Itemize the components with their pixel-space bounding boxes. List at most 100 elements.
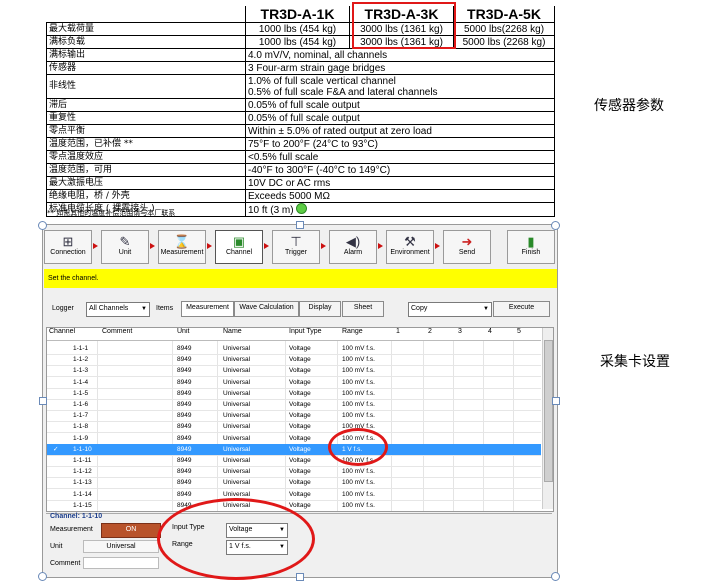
arrow-icon [321,243,326,249]
cell-name: Universal [223,345,251,352]
cell-input-type: Voltage [289,423,311,431]
wizard-step-label: Environment [390,249,430,256]
tab-measurement[interactable]: Measurement [181,301,234,317]
col-header-channel: Channel [49,328,76,335]
cell-channel: 1-1-12 [73,468,92,476]
spec-row: 非线性 1.0% of full scale vertical channel … [46,74,555,99]
spec-label: 零点温度效应 [46,150,246,164]
spec-value-line: 0.5% of full scale F&A and lateral chann… [248,86,438,98]
cell-range: 100 mV f.s. [342,479,375,487]
cell-channel: 1-1-9 [73,434,89,442]
table-row[interactable]: 1-1-9 8949 Universal Voltage 100 mV f.s. [47,433,541,445]
wizard-step-finish[interactable]: ▮ Finish [507,230,555,264]
resize-handle[interactable] [38,221,47,230]
unit-value: Universal [83,540,159,553]
spec-value: <0.5% full scale [245,150,555,164]
tab-display[interactable]: Display [299,301,341,317]
wizard-step-connection[interactable]: ⊞ Connection [44,230,92,264]
cell-input-type: Voltage [289,412,311,420]
table-row[interactable]: 1-1-3 8949 Universal Voltage 100 mV f.s. [47,365,541,378]
wizard-step-measurement[interactable]: ⌛ Measurement [158,230,206,264]
cell-unit: 8949 [177,434,192,442]
spec-row: 温度范围，已补偿 ** 75°F to 200°F (24°C to 93°C) [46,137,555,151]
table-row[interactable]: 1-1-6 8949 Universal Voltage 100 mV f.s. [47,399,541,411]
arrow-icon [435,243,440,249]
comment-input[interactable] [83,557,159,569]
measurement-label: Measurement [50,526,93,533]
send-icon: ➜ [461,234,473,249]
resize-handle[interactable] [551,221,560,230]
vertical-scrollbar[interactable] [542,328,553,509]
resize-handle[interactable] [552,397,560,405]
spec-label: 重复性 [46,111,246,125]
arrow-icon [264,243,269,249]
table-row[interactable]: 1-1-2 8949 Universal Voltage 100 mV f.s. [47,354,541,367]
cell-channel: 1-1-11 [73,457,92,464]
spec-row: 重复性 0.05% of full scale output [46,111,555,125]
copy-select[interactable]: Copy ▼ [408,302,492,317]
cell-name: Universal [223,457,251,464]
table-row[interactable]: 1-1-8 8949 Universal Voltage 100 mV f.s. [47,421,541,434]
measurement-on-button[interactable]: ON [101,523,161,538]
wizard-step-alarm[interactable]: ◀) Alarm [329,230,377,264]
cell-input-type: Voltage [289,367,311,375]
spec-value: -40°F to 300°F (-40°C to 149°C) [245,163,555,177]
chevron-down-icon: ▼ [483,306,489,312]
resize-handle[interactable] [296,573,304,581]
cell-name: Universal [223,367,251,375]
col-header-range: Range [342,328,363,335]
copy-select-value: Copy [411,305,428,312]
spec-row: 零点温度效应 <0.5% full scale [46,150,555,164]
wizard-step-trigger[interactable]: ⊤ Trigger [272,230,320,264]
resize-handle[interactable] [296,221,304,229]
cell-input-type: Voltage [289,501,311,509]
logger-select[interactable]: All Channels ▼ [86,302,150,317]
table-row-selected[interactable]: ✓ 1-1-10 8949 Universal Voltage 1 V f.s. [47,443,541,456]
resize-handle[interactable] [551,572,560,581]
col-header-name: Name [223,328,242,335]
resize-handle[interactable] [38,572,47,581]
cell-input-type: Voltage [289,479,311,487]
table-row[interactable]: 1-1-13 8949 Universal Voltage 100 mV f.s. [47,477,541,490]
col-header-2: 2 [428,328,432,335]
cell-name: Universal [223,445,251,453]
tab-wave-calculation[interactable]: Wave Calculation [234,301,299,317]
table-row[interactable]: 1-1-7 8949 Universal Voltage 100 mV f.s. [47,410,541,423]
green-dot-icon [295,203,307,214]
logger-label: Logger [52,305,74,312]
spec-value: 4.0 mV/V, nominal, all channels [245,48,555,62]
table-row[interactable]: 1-1-5 8949 Universal Voltage 100 mV f.s. [47,388,541,400]
table-row[interactable]: 1-1-12 8949 Universal Voltage 100 mV f.s. [47,466,541,479]
cell-channel: 1-1-14 [73,490,92,498]
cell-channel: 1-1-13 [73,479,92,487]
spec-row: 最大激振电压 10V DC or AC rms [46,176,555,190]
spec-row: 绝缘电阻，桥 / 外壳 Exceeds 5000 MΩ [46,189,555,203]
wizard-step-send[interactable]: ➜ Send [443,230,491,264]
table-row[interactable]: 1-1-11 8949 Universal Voltage 100 mV f.s. [47,455,541,467]
cell-name: Universal [223,401,251,408]
wizard-step-channel[interactable]: ▣ Channel [215,230,263,264]
execute-button[interactable]: Execute [493,301,550,317]
wizard-step-unit[interactable]: ✎ Unit [101,230,149,264]
tab-sheet[interactable]: Sheet [342,301,384,317]
chevron-down-icon: ▼ [141,306,147,312]
wizard-step-environment[interactable]: ⚒ Environment [386,230,434,264]
table-row[interactable]: 1-1-1 8949 Universal Voltage 100 mV f.s. [47,343,541,355]
scrollbar-thumb[interactable] [544,340,553,482]
cell-name: Universal [223,468,251,476]
table-row[interactable]: 1-1-15 8949 Universal Voltage 100 mV f.s. [47,500,541,511]
spec-table: TR3D-A-1K TR3D-A-3K TR3D-A-5K 最大载荷量 1000… [46,6,555,217]
cell-name: Universal [223,423,251,431]
resize-handle[interactable] [39,397,47,405]
spec-label: 传感器 [46,61,246,75]
spec-label: 最大载荷量 [46,22,246,36]
cell-range: 100 mV f.s. [342,468,375,476]
table-row[interactable]: 1-1-14 8949 Universal Voltage 100 mV f.s. [47,489,541,501]
col-header-input-type: Input Type [289,328,322,335]
spec-row: 零点平衡 Within ± 5.0% of rated output at ze… [46,124,555,138]
cell-unit: 8949 [177,457,192,464]
detail-highlight-ellipse [157,498,315,580]
table-row[interactable]: 1-1-4 8949 Universal Voltage 100 mV f.s. [47,377,541,389]
spec-header-blank [46,6,246,23]
cell-unit: 8949 [177,389,192,397]
